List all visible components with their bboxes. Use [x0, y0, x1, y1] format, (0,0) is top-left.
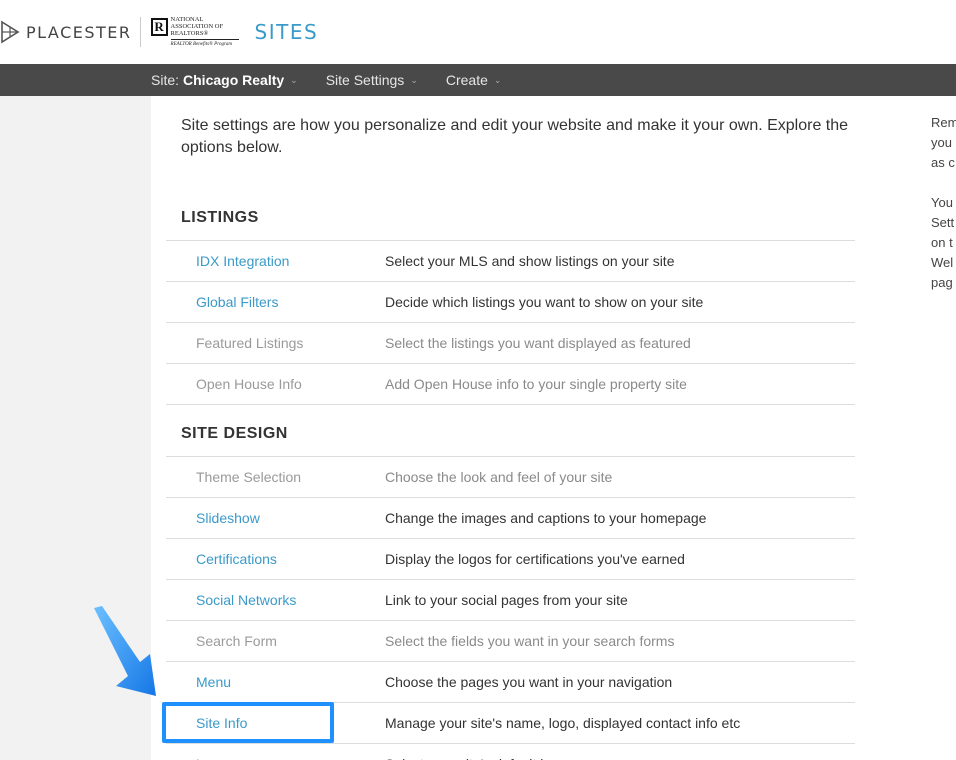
intro-text: Site settings are how you personalize an…: [181, 117, 849, 156]
settings-row-theme-selection: Theme Selection Choose the look and feel …: [166, 457, 855, 498]
settings-row-l[interactable]: LSelect your site's default la: [166, 744, 855, 760]
right-panel-text: Rem you as c You Sett on t Wel pag: [931, 113, 956, 313]
settings-description: Add Open House info to your single prope…: [385, 376, 687, 392]
placester-logo-icon: [1, 20, 20, 44]
listings-table: IDX Integration Select your MLS and show …: [166, 240, 855, 405]
settings-description: Link to your social pages from your site: [385, 592, 628, 608]
settings-link-open-house-info: Open House Info: [196, 376, 302, 392]
nar-text: National Association of Realtors® REALTO…: [170, 16, 239, 48]
settings-row-certifications[interactable]: Certifications Display the logos for cert…: [166, 539, 855, 580]
settings-description: Change the images and captions to your h…: [385, 510, 707, 526]
settings-link-menu[interactable]: Menu: [166, 674, 385, 690]
settings-description: Decide which listings you want to show o…: [385, 294, 704, 310]
settings-description: Select the listings you want displayed a…: [385, 335, 691, 351]
settings-link-global-filters[interactable]: Global Filters: [166, 294, 385, 310]
section-title-site-design: SITE DESIGN: [181, 425, 288, 442]
settings-link-search-form: Search Form: [196, 633, 277, 649]
settings-row-global-filters[interactable]: Global Filters Decide which listings you …: [166, 282, 855, 323]
create-menu[interactable]: Create ⌄: [446, 72, 502, 88]
settings-description: Select your site's default la: [385, 756, 551, 760]
site-selector[interactable]: Site: Chicago Realty ⌄: [151, 72, 298, 88]
settings-row-menu[interactable]: Menu Choose the pages you want in your na…: [166, 662, 855, 703]
settings-row-featured-listings: Featured Listings Select the listings you…: [166, 323, 855, 364]
settings-link-site-info[interactable]: Site Info: [166, 715, 385, 731]
right-panel-para-1: Rem you as c: [931, 115, 956, 170]
settings-link-featured-listings: Featured Listings: [196, 335, 304, 351]
brand-name: PLACESTER: [26, 22, 132, 42]
settings-row-open-house-info: Open House Info Add Open House info to yo…: [166, 364, 855, 405]
settings-description: Choose the look and feel of your site: [385, 469, 613, 485]
brand[interactable]: PLACESTER R National Association of Real…: [0, 16, 318, 48]
settings-description: Select the fields you want in your searc…: [385, 633, 675, 649]
settings-description: Choose the pages you want in your naviga…: [385, 674, 673, 690]
settings-description: Select your MLS and show listings on you…: [385, 253, 675, 269]
settings-link-slideshow[interactable]: Slideshow: [166, 510, 385, 526]
settings-link-theme-selection: Theme Selection: [196, 469, 302, 485]
site-design-table: Theme Selection Choose the look and feel …: [166, 456, 855, 760]
chevron-down-icon: ⌄: [290, 74, 298, 85]
settings-link-idx-integration[interactable]: IDX Integration: [166, 253, 385, 269]
site-settings-menu[interactable]: Site Settings ⌄: [326, 72, 418, 88]
settings-row-search-form: Search Form Select the fields you want in…: [166, 621, 855, 662]
nar-logo: R National Association of Realtors® REAL…: [150, 16, 239, 48]
settings-link-social-networks[interactable]: Social Networks: [166, 592, 385, 608]
settings-main: Site settings are how you personalize an…: [151, 96, 886, 760]
chevron-down-icon: ⌄: [493, 74, 502, 85]
app-header: PLACESTER R National Association of Real…: [0, 0, 956, 64]
brand-divider: [139, 17, 141, 47]
settings-description: Display the logos for certifications you…: [385, 551, 685, 567]
settings-description: Manage your site's name, logo, displayed…: [385, 715, 741, 731]
section-title-listings: LISTINGS: [181, 209, 259, 226]
settings-link-certifications[interactable]: Certifications: [166, 551, 385, 567]
settings-row-idx-integration[interactable]: IDX Integration Select your MLS and show …: [166, 241, 855, 282]
nar-r-icon: R: [150, 18, 168, 36]
right-panel-para-2: You Sett on t Wel pag: [931, 195, 955, 290]
app-title[interactable]: SITES: [255, 20, 319, 44]
settings-row-site-info[interactable]: Site Info Manage your site's name, logo, …: [166, 703, 855, 744]
chevron-down-icon: ⌄: [410, 74, 418, 85]
settings-row-social-networks[interactable]: Social Networks Link to your social pages…: [166, 580, 855, 621]
top-navbar: Site: Chicago Realty ⌄ Site Settings ⌄ Cr…: [0, 64, 956, 96]
pointer-arrow-icon: [94, 606, 156, 696]
settings-row-slideshow[interactable]: Slideshow Change the images and captions …: [166, 498, 855, 539]
settings-link-l[interactable]: L: [166, 756, 385, 760]
